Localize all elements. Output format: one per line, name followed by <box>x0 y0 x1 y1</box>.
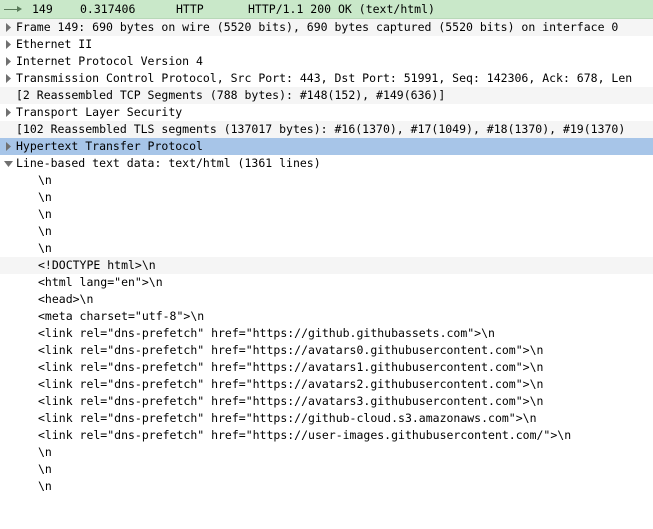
packet-details-tree[interactable]: Frame 149: 690 bytes on wire (5520 bits)… <box>0 19 653 495</box>
tree-row[interactable]: <html lang="en">\n <box>0 274 653 291</box>
tree-row[interactable]: <link rel="dns-prefetch" href="https://g… <box>0 410 653 427</box>
tree-row-label: <link rel="dns-prefetch" href="https://a… <box>38 393 653 410</box>
tree-row-label: <link rel="dns-prefetch" href="https://a… <box>38 359 653 376</box>
col-info: HTTP/1.1 200 OK (text/html) <box>248 2 653 16</box>
direction-arrow-icon <box>4 9 32 10</box>
tree-row-label: <!DOCTYPE html>\n <box>38 257 653 274</box>
tree-row-label: Internet Protocol Version 4 <box>16 53 653 70</box>
tree-row-label: [2 Reassembled TCP Segments (788 bytes):… <box>16 87 653 104</box>
tree-row[interactable]: \n <box>0 206 653 223</box>
tree-row-label: Transport Layer Security <box>16 104 653 121</box>
tree-row[interactable]: Internet Protocol Version 4 <box>0 53 653 70</box>
tree-row-label: \n <box>38 223 653 240</box>
packet-list-row[interactable]: 149 0.317406 HTTP HTTP/1.1 200 OK (text/… <box>0 0 653 19</box>
tree-row[interactable]: <head>\n <box>0 291 653 308</box>
tree-row[interactable]: <link rel="dns-prefetch" href="https://g… <box>0 325 653 342</box>
tree-row-label: \n <box>38 189 653 206</box>
tree-row-label: Line-based text data: text/html (1361 li… <box>16 155 653 172</box>
tree-row[interactable]: Frame 149: 690 bytes on wire (5520 bits)… <box>0 19 653 36</box>
col-protocol: HTTP <box>176 2 248 16</box>
tree-row-label: Transmission Control Protocol, Src Port:… <box>16 70 653 87</box>
tree-row-label: <link rel="dns-prefetch" href="https://g… <box>38 325 653 342</box>
tree-row[interactable]: <link rel="dns-prefetch" href="https://a… <box>0 342 653 359</box>
tree-row[interactable]: \n <box>0 172 653 189</box>
tree-row-label: \n <box>38 478 653 495</box>
tree-row-label: <head>\n <box>38 291 653 308</box>
tree-row[interactable]: \n <box>0 240 653 257</box>
tree-row-label: <meta charset="utf-8">\n <box>38 308 653 325</box>
chevron-right-icon[interactable] <box>0 74 16 83</box>
tree-row[interactable]: Transmission Control Protocol, Src Port:… <box>0 70 653 87</box>
tree-row-label: \n <box>38 206 653 223</box>
tree-row[interactable]: <link rel="dns-prefetch" href="https://a… <box>0 376 653 393</box>
chevron-right-icon[interactable] <box>0 23 16 32</box>
tree-row[interactable]: Transport Layer Security <box>0 104 653 121</box>
chevron-down-icon[interactable] <box>0 159 16 168</box>
tree-row-label: <link rel="dns-prefetch" href="https://a… <box>38 342 653 359</box>
tree-row-label: <link rel="dns-prefetch" href="https://a… <box>38 376 653 393</box>
tree-row[interactable]: \n <box>0 444 653 461</box>
tree-row-label: Hypertext Transfer Protocol <box>16 138 653 155</box>
chevron-right-icon[interactable] <box>0 142 16 151</box>
tree-row-label: \n <box>38 444 653 461</box>
tree-row-label: <link rel="dns-prefetch" href="https://u… <box>38 427 653 444</box>
tree-row-label: Ethernet II <box>16 36 653 53</box>
tree-row[interactable]: \n <box>0 189 653 206</box>
tree-row-label: \n <box>38 172 653 189</box>
tree-row[interactable]: <link rel="dns-prefetch" href="https://a… <box>0 393 653 410</box>
chevron-right-icon[interactable] <box>0 57 16 66</box>
tree-row[interactable]: \n <box>0 223 653 240</box>
tree-row-label: \n <box>38 240 653 257</box>
tree-row[interactable]: Ethernet II <box>0 36 653 53</box>
chevron-right-icon[interactable] <box>0 108 16 117</box>
tree-row[interactable]: [102 Reassembled TLS segments (137017 by… <box>0 121 653 138</box>
tree-row[interactable]: <meta charset="utf-8">\n <box>0 308 653 325</box>
col-frame-number: 149 <box>32 2 80 16</box>
tree-row[interactable]: Hypertext Transfer Protocol <box>0 138 653 155</box>
tree-row-label: <link rel="dns-prefetch" href="https://g… <box>38 410 653 427</box>
tree-row[interactable]: <!DOCTYPE html>\n <box>0 257 653 274</box>
tree-row[interactable]: \n <box>0 461 653 478</box>
tree-row[interactable]: <link rel="dns-prefetch" href="https://a… <box>0 359 653 376</box>
tree-row-label: <html lang="en">\n <box>38 274 653 291</box>
tree-row-label: [102 Reassembled TLS segments (137017 by… <box>16 121 653 138</box>
col-time: 0.317406 <box>80 2 176 16</box>
tree-row[interactable]: Line-based text data: text/html (1361 li… <box>0 155 653 172</box>
tree-row-label: \n <box>38 461 653 478</box>
tree-row-label: Frame 149: 690 bytes on wire (5520 bits)… <box>16 19 653 36</box>
tree-row[interactable]: [2 Reassembled TCP Segments (788 bytes):… <box>0 87 653 104</box>
tree-row[interactable]: \n <box>0 478 653 495</box>
tree-row[interactable]: <link rel="dns-prefetch" href="https://u… <box>0 427 653 444</box>
chevron-right-icon[interactable] <box>0 40 16 49</box>
